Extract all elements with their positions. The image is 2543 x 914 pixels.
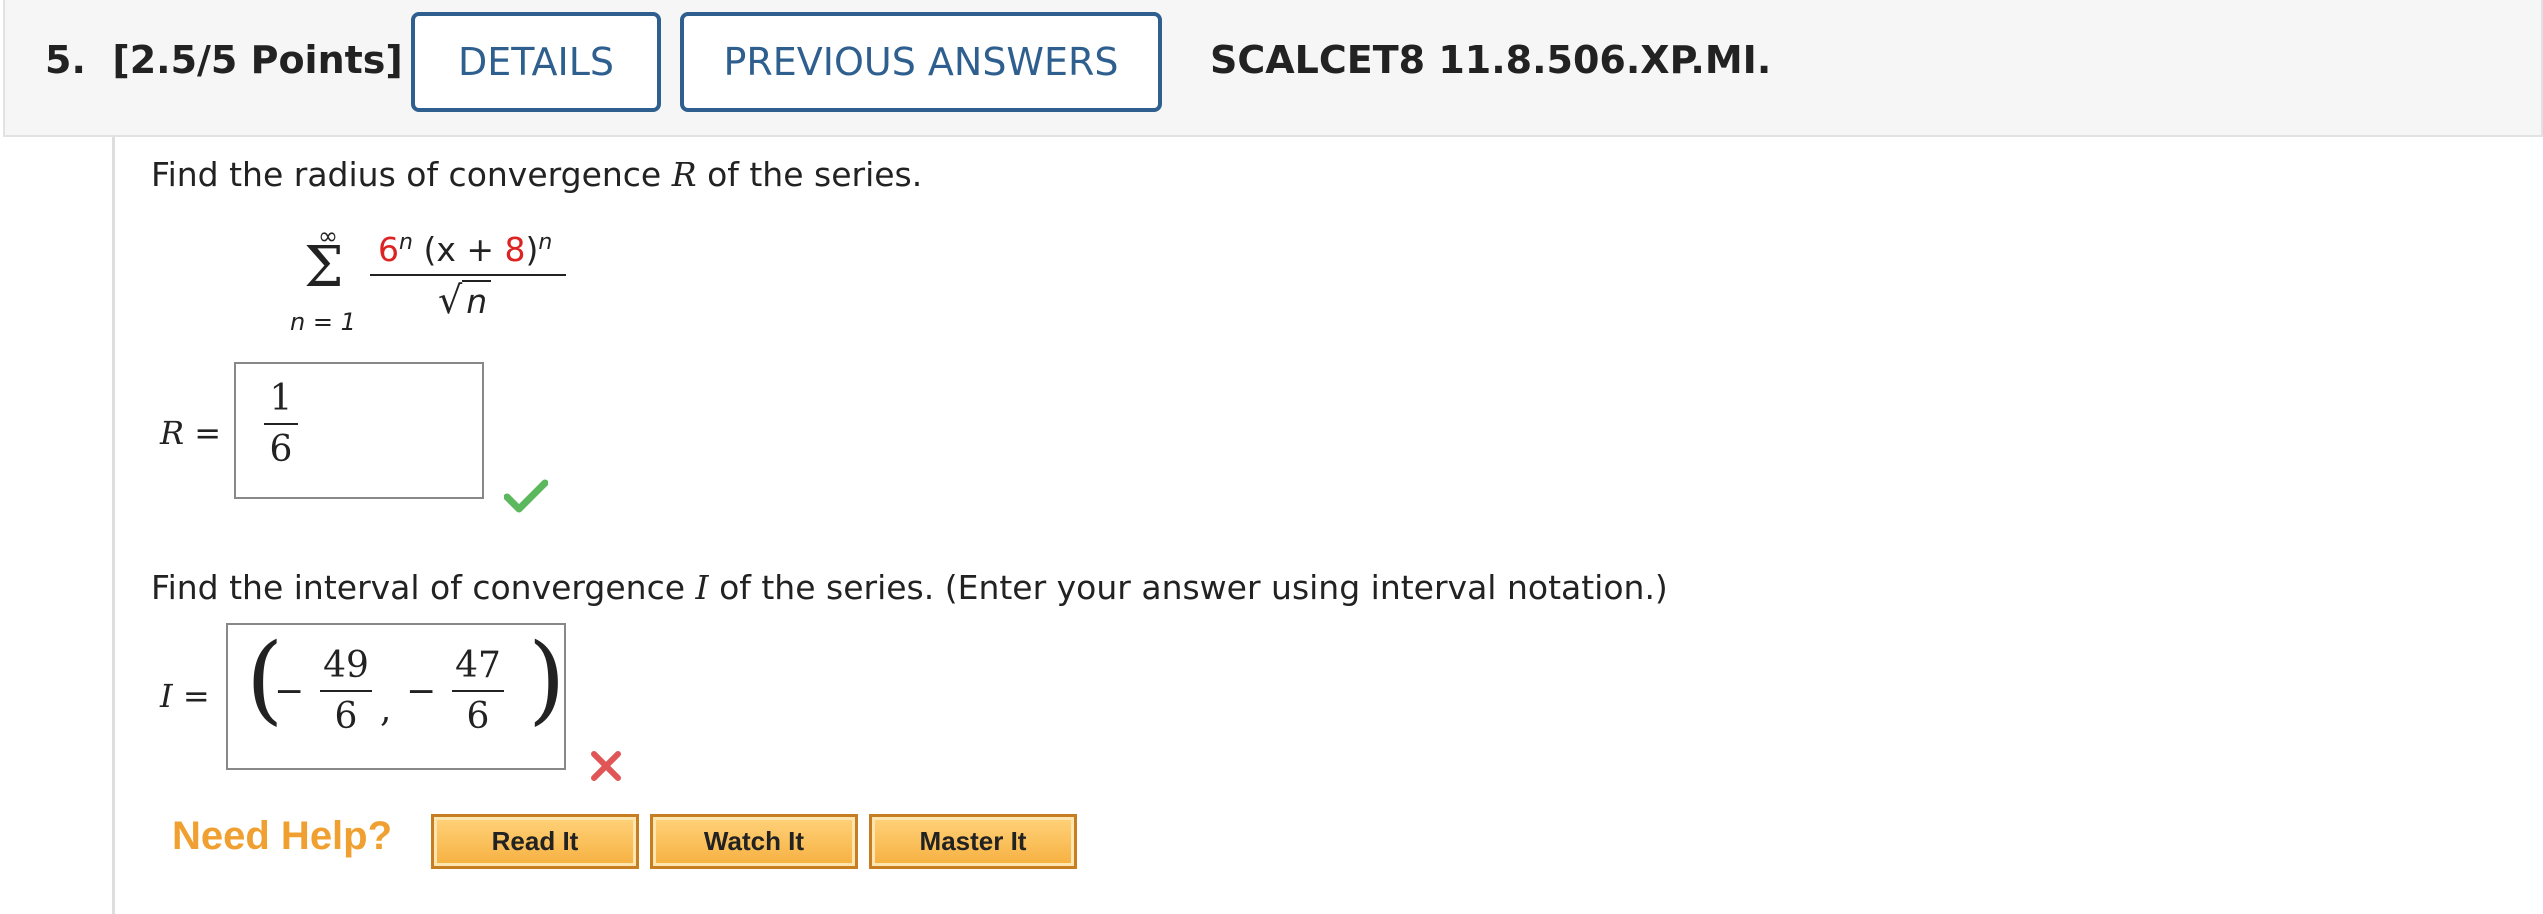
radicand: n: [462, 280, 492, 321]
numerator-exponent: n: [399, 230, 413, 255]
read-it-button[interactable]: Read It: [431, 814, 639, 869]
left-denominator: 6: [334, 696, 358, 737]
question-points: [2.5/5 Points]: [112, 38, 403, 82]
numerator-open: (x +: [412, 230, 505, 269]
numerator-close: ): [525, 230, 539, 269]
numerator-base: 6: [378, 230, 399, 269]
left-numerator: 49: [323, 645, 369, 686]
radius-answer-fraction: 1 6: [264, 378, 298, 470]
incorrect-x-icon: [591, 751, 621, 781]
interval-comma: ,: [380, 689, 392, 730]
interval-left-fraction: 49 6: [320, 645, 372, 737]
interval-label-eq: =: [172, 677, 210, 715]
radius-prompt-before: Find the radius of convergence: [151, 155, 672, 194]
series-denominator: √ n: [438, 278, 492, 322]
right-fraction-bar: [452, 690, 504, 692]
radius-prompt-after: of the series.: [696, 155, 923, 194]
question-number: 5.: [45, 38, 86, 82]
question-title: 5. [2.5/5 Points]: [45, 38, 403, 82]
radius-prompt: Find the radius of convergence R of the …: [151, 155, 922, 194]
interval-prompt: Find the interval of convergence I of th…: [151, 568, 1668, 607]
radius-fraction-bar: [264, 423, 298, 425]
numerator-constant: 8: [504, 230, 526, 269]
question-header: 5. [2.5/5 Points] DETAILS PREVIOUS ANSWE…: [3, 0, 2543, 137]
need-help-title: Need Help?: [172, 814, 393, 858]
interval-answer-field[interactable]: ( − 49 6 , − 47 6 ): [226, 623, 566, 770]
left-minus-sign: −: [274, 671, 305, 712]
sigma-icon: Σ: [304, 235, 344, 300]
interval-right-fraction: 47 6: [452, 645, 504, 737]
interval-prompt-before: Find the interval of convergence: [151, 568, 696, 607]
fraction-bar: [370, 274, 566, 276]
details-button[interactable]: DETAILS: [411, 12, 661, 112]
interval-label-var: I: [160, 677, 173, 715]
sqrt-icon: √: [438, 278, 463, 322]
radius-denominator: 6: [269, 429, 293, 470]
interval-prompt-after: of the series. (Enter your answer using …: [708, 568, 1668, 607]
previous-answers-button[interactable]: PREVIOUS ANSWERS: [680, 12, 1162, 112]
right-denominator: 6: [466, 696, 490, 737]
radius-answer-field[interactable]: 1 6: [234, 362, 484, 499]
numerator-exponent-2: n: [538, 230, 553, 255]
left-fraction-bar: [320, 690, 372, 692]
content-divider: [112, 137, 115, 914]
series-numerator: 6n (x + 8)n: [378, 230, 552, 269]
correct-check-icon: [504, 479, 548, 513]
radius-prompt-var: R: [671, 155, 697, 194]
right-minus-sign: −: [406, 671, 437, 712]
radius-label-var: R: [160, 414, 185, 452]
series-formula: ∞ Σ n = 1 6n (x + 8)n √ n: [282, 222, 582, 342]
radius-answer-label: R =: [160, 414, 221, 452]
sum-lower-limit: n = 1: [290, 308, 356, 336]
right-numerator: 47: [455, 645, 501, 686]
question-code: SCALCET8 11.8.506.XP.MI.: [1210, 38, 1772, 82]
interval-answer-label: I =: [160, 677, 210, 715]
interval-prompt-var: I: [695, 568, 709, 607]
master-it-button[interactable]: Master It: [869, 814, 1077, 869]
radius-label-eq: =: [184, 414, 222, 452]
radius-numerator: 1: [269, 378, 293, 419]
watch-it-button[interactable]: Watch It: [650, 814, 858, 869]
right-paren: ): [528, 623, 566, 735]
